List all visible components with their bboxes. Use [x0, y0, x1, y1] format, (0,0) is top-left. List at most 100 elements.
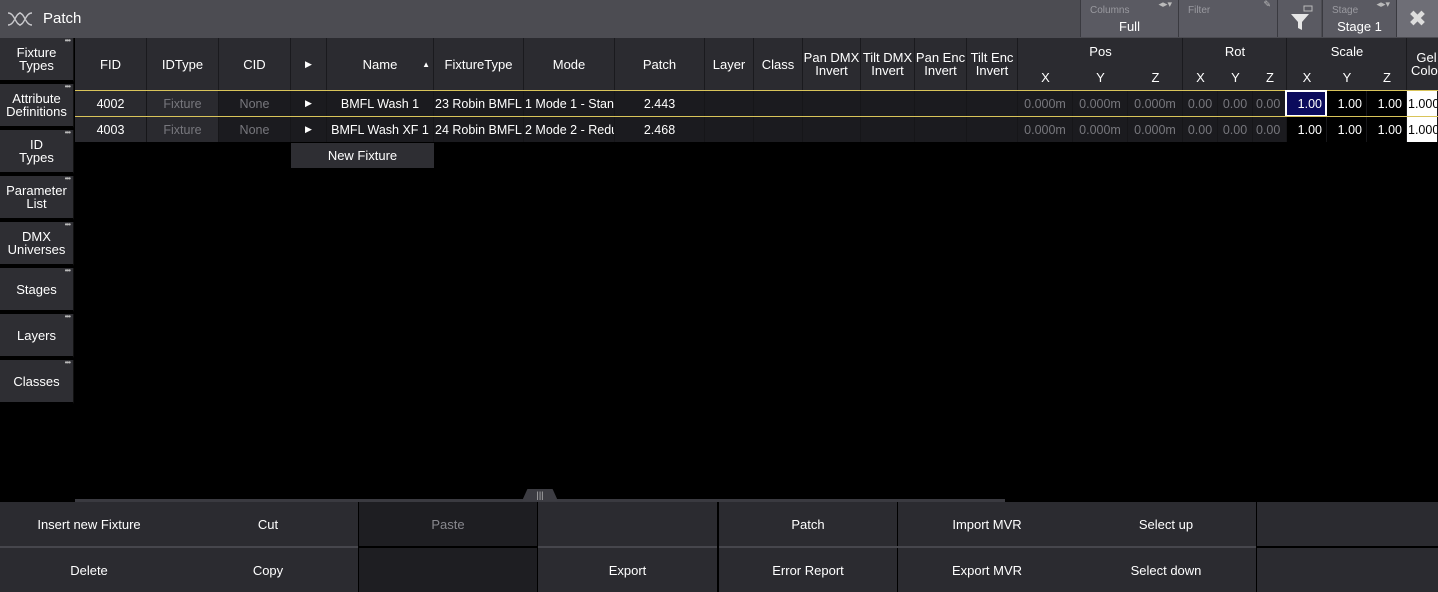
cell-patch[interactable]: 2.468 [615, 117, 705, 142]
header-pos-x[interactable]: X [1018, 64, 1073, 90]
resize-grip-icon[interactable]: ||| [522, 489, 558, 501]
cell-rot-y[interactable]: 0.00 [1218, 117, 1253, 142]
header-name[interactable]: Name ▲ [327, 38, 434, 90]
expand-arrow-icon[interactable]: ▶ [291, 117, 327, 142]
header-rot-z[interactable]: Z [1253, 64, 1287, 90]
sidebar-item-parameter-list[interactable]: ••• Parameter List [0, 175, 74, 220]
header-pan-dmx-invert[interactable]: Pan DMX Invert [803, 38, 861, 90]
cell-tilt-enc-invert[interactable] [967, 91, 1018, 116]
cell-class[interactable] [754, 117, 803, 142]
filter-button[interactable] [1277, 0, 1321, 37]
header-scale-z[interactable]: Z [1367, 64, 1407, 90]
cell-class[interactable] [754, 91, 803, 116]
cell-rot-y[interactable]: 0.00 [1218, 91, 1253, 116]
cell-scale-x-active[interactable]: 1.00 [1285, 90, 1327, 117]
sidebar-item-id-types[interactable]: ••• ID Types [0, 129, 74, 174]
header-tilt-enc-invert[interactable]: Tilt Enc Invert [967, 38, 1018, 90]
error-report-button[interactable]: Error Report [719, 548, 897, 592]
header-pos-z[interactable]: Z [1128, 64, 1183, 90]
patch-button[interactable]: Patch [719, 502, 897, 546]
export-mvr-button[interactable]: Export MVR [898, 548, 1076, 592]
import-mvr-button[interactable]: Import MVR [898, 502, 1076, 546]
header-gel-color[interactable]: Gel Color [1407, 38, 1438, 90]
header-pos[interactable]: Pos [1018, 38, 1183, 64]
cell-pos-z[interactable]: 0.000m [1128, 91, 1183, 116]
export-button[interactable]: Export [538, 548, 717, 592]
cell-rot-z[interactable]: 0.00 [1253, 117, 1287, 142]
header-fid[interactable]: FID [75, 38, 147, 90]
cell-cid[interactable]: None [219, 117, 291, 142]
table-row[interactable]: 4002 Fixture None ▶ BMFL Wash 1 23 Robin… [75, 90, 1438, 117]
cell-pan-dmx-invert[interactable] [803, 91, 861, 116]
header-expand-icon[interactable]: ▶ [291, 38, 327, 90]
cell-pan-enc-invert[interactable] [915, 91, 967, 116]
cell-tilt-dmx-invert[interactable] [861, 117, 915, 142]
close-button[interactable]: ✖ [1396, 0, 1438, 37]
expand-arrow-icon[interactable]: ▶ [291, 91, 327, 116]
paste-button[interactable]: Paste [359, 502, 537, 546]
cell-fixturetype[interactable]: 24 Robin BMFL Wash XF [434, 117, 524, 142]
cell-pos-y[interactable]: 0.000m [1073, 91, 1128, 116]
sidebar-item-layers[interactable]: ••• Layers [0, 313, 74, 358]
sidebar-item-classes[interactable]: ••• Classes [0, 359, 74, 404]
cell-name[interactable]: BMFL Wash 1 [327, 91, 434, 116]
header-pos-y[interactable]: Y [1073, 64, 1128, 90]
new-fixture-row[interactable]: New Fixture [291, 143, 434, 168]
cut-button[interactable]: Cut [178, 502, 358, 546]
cell-pos-x[interactable]: 0.000m [1018, 91, 1073, 116]
header-mode[interactable]: Mode [524, 38, 615, 90]
cell-mode[interactable]: 1 Mode 1 - Standard [524, 91, 615, 116]
select-up-button[interactable]: Select up [1076, 502, 1256, 546]
cell-pos-x[interactable]: 0.000m [1018, 117, 1073, 142]
sidebar-item-dmx-universes[interactable]: ••• DMX Universes [0, 221, 74, 266]
cell-scale-z[interactable]: 1.00 [1367, 117, 1407, 142]
header-patch[interactable]: Patch [615, 38, 705, 90]
cell-tilt-dmx-invert[interactable] [861, 91, 915, 116]
cell-layer[interactable] [705, 91, 754, 116]
insert-new-fixture-button[interactable]: Insert new Fixture [0, 502, 178, 546]
delete-button[interactable]: Delete [0, 548, 178, 592]
header-scale-x[interactable]: X [1287, 64, 1327, 90]
cell-cid[interactable]: None [219, 91, 291, 116]
filter-field[interactable]: Filter ✎ [1178, 0, 1277, 37]
select-down-button[interactable]: Select down [1076, 548, 1256, 592]
cell-idtype[interactable]: Fixture [147, 117, 219, 142]
header-scale-y[interactable]: Y [1327, 64, 1367, 90]
cell-scale-y[interactable]: 1.00 [1327, 91, 1367, 116]
cell-pan-enc-invert[interactable] [915, 117, 967, 142]
sidebar-item-attribute-definitions[interactable]: ••• Attribute Definitions [0, 83, 74, 128]
header-tilt-dmx-invert[interactable]: Tilt DMX Invert [861, 38, 915, 90]
cell-layer[interactable] [705, 117, 754, 142]
header-cid[interactable]: CID [219, 38, 291, 90]
sidebar-item-stages[interactable]: ••• Stages [0, 267, 74, 312]
cell-tilt-enc-invert[interactable] [967, 117, 1018, 142]
header-layer[interactable]: Layer [705, 38, 754, 90]
cell-scale-x[interactable]: 1.00 [1287, 117, 1327, 142]
cell-patch[interactable]: 2.443 [615, 91, 705, 116]
header-class[interactable]: Class [754, 38, 803, 90]
header-idtype[interactable]: IDType [147, 38, 219, 90]
cell-name[interactable]: BMFL Wash XF 1 [327, 117, 434, 142]
cell-rot-z[interactable]: 0.00 [1253, 91, 1287, 116]
cell-pan-dmx-invert[interactable] [803, 117, 861, 142]
cell-pos-z[interactable]: 0.000m [1128, 117, 1183, 142]
cell-scale-z[interactable]: 1.00 [1367, 91, 1407, 116]
cell-mode[interactable]: 2 Mode 2 - Reduced [524, 117, 615, 142]
cell-fixturetype[interactable]: 23 Robin BMFL Wash [434, 91, 524, 116]
copy-button[interactable]: Copy [178, 548, 358, 592]
cell-rot-x[interactable]: 0.00 [1183, 117, 1218, 142]
cell-fid[interactable]: 4003 [75, 117, 147, 142]
stage-selector[interactable]: Stage Stage 1 ◂▸▾ [1322, 0, 1396, 37]
header-pan-enc-invert[interactable]: Pan Enc Invert [915, 38, 967, 90]
cell-rot-x[interactable]: 0.00 [1183, 91, 1218, 116]
columns-selector[interactable]: Columns Full ◂▸▾ [1080, 0, 1178, 37]
cell-scale-y[interactable]: 1.00 [1327, 117, 1367, 142]
header-fixturetype[interactable]: FixtureType [434, 38, 524, 90]
cell-gel-color[interactable]: 1.000 [1407, 117, 1438, 142]
cell-fid[interactable]: 4002 [75, 91, 147, 116]
table-row[interactable]: 4003 Fixture None ▶ BMFL Wash XF 1 24 Ro… [75, 117, 1438, 142]
header-rot-x[interactable]: X [1183, 64, 1218, 90]
cell-idtype[interactable]: Fixture [147, 91, 219, 116]
sidebar-item-fixture-types[interactable]: ••• Fixture Types [0, 37, 74, 82]
header-rot[interactable]: Rot [1183, 38, 1287, 64]
